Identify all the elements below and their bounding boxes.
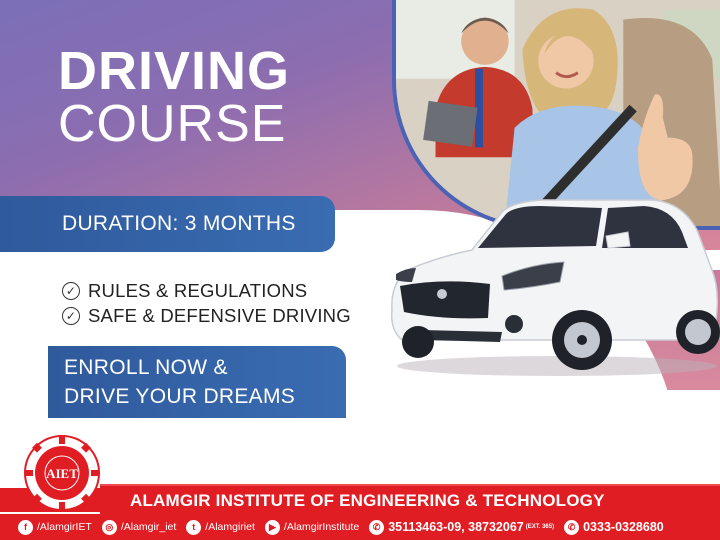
duration-banner: DURATION: 3 MONTHS — [0, 196, 335, 252]
whatsapp-number: 0333-0328680 — [583, 520, 664, 534]
feature-item: ✓ RULES & REGULATIONS — [62, 278, 351, 303]
facebook-contact[interactable]: f /AlamgirIET — [18, 519, 92, 535]
enroll-banner: ENROLL NOW & DRIVE YOUR DREAMS — [48, 346, 346, 418]
youtube-handle: /AlamgirInstitute — [283, 521, 360, 533]
aiet-logo: AIET — [22, 434, 102, 512]
twitter-icon: t — [186, 519, 202, 535]
driving-course-poster: DRIVING COURSE DURATION: 3 MONTHS ✓ RULE… — [0, 0, 720, 540]
instagram-handle: /Alamgir_iet — [120, 521, 177, 533]
course-title-line2: COURSE — [58, 95, 287, 153]
feature-list: ✓ RULES & REGULATIONS ✓ SAFE & DEFENSIVE… — [62, 278, 351, 328]
phone-icon: ✆ — [369, 519, 385, 535]
institute-name: ALAMGIR INSTITUTE OF ENGINEERING & TECHN… — [130, 491, 605, 510]
twitter-contact[interactable]: t /Alamgiriet — [186, 519, 255, 535]
instagram-icon: ◎ — [101, 519, 117, 535]
youtube-icon: ▶ — [264, 519, 280, 535]
check-circle-icon: ✓ — [62, 306, 80, 325]
institute-bar: ALAMGIR INSTITUTE OF ENGINEERING & TECHN… — [100, 484, 720, 514]
phone-number: 35113463-09, 38732067 — [388, 520, 524, 534]
feature-label: RULES & REGULATIONS — [88, 279, 308, 301]
facebook-icon: f — [18, 519, 33, 535]
whatsapp-contact[interactable]: ✆ 0333-0328680 — [564, 519, 664, 535]
feature-label: SAFE & DEFENSIVE DRIVING — [88, 304, 351, 326]
white-car-image — [382, 190, 720, 380]
whatsapp-icon: ✆ — [564, 519, 580, 535]
phone-extension: (EXT. 365) — [525, 524, 555, 530]
instagram-contact[interactable]: ◎ /Alamgir_iet — [101, 519, 177, 535]
contact-bar: f /AlamgirIET ◎ /Alamgir_iet t /Alamgiri… — [0, 514, 720, 540]
duration-text: DURATION: 3 MONTHS — [62, 212, 296, 235]
facebook-handle: /AlamgirIET — [37, 521, 92, 533]
feature-item: ✓ SAFE & DEFENSIVE DRIVING — [62, 303, 351, 328]
youtube-contact[interactable]: ▶ /AlamgirInstitute — [264, 519, 360, 535]
enroll-line2: DRIVE YOUR DREAMS — [64, 385, 296, 408]
check-circle-icon: ✓ — [62, 281, 80, 300]
twitter-handle: /Alamgiriet — [205, 521, 255, 533]
course-title-line1: DRIVING — [58, 41, 291, 101]
logo-text: AIET — [46, 466, 78, 481]
phone-contact[interactable]: ✆ 35113463-09, 38732067 (EXT. 365) — [369, 519, 555, 535]
enroll-line1: ENROLL NOW & — [64, 356, 228, 379]
